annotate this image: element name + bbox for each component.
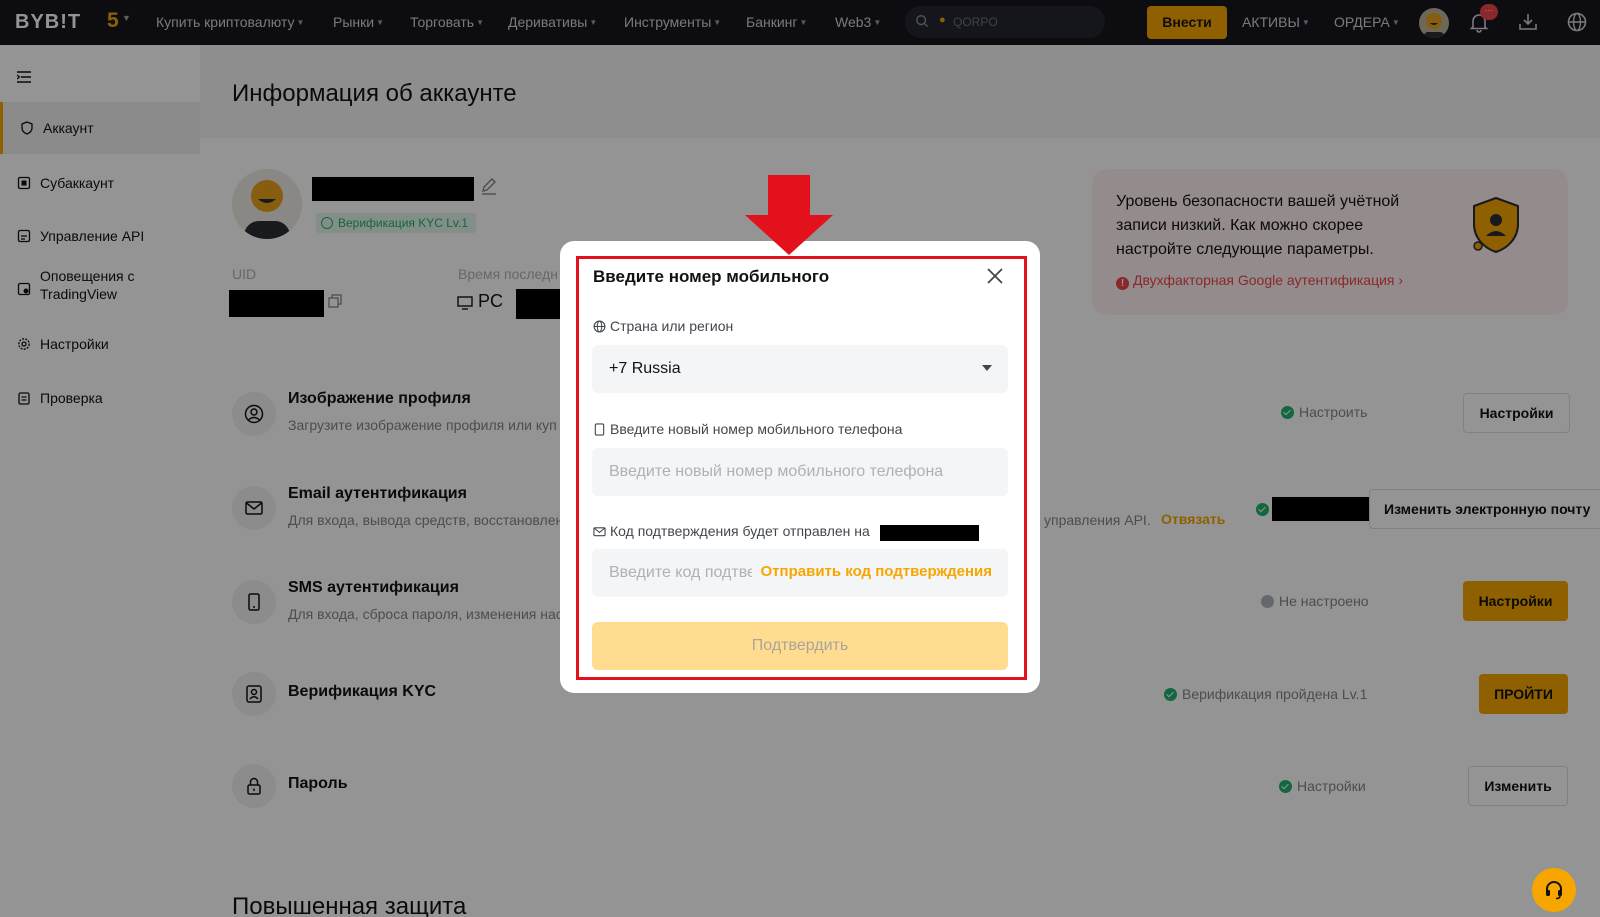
- support-chat-button[interactable]: [1532, 868, 1576, 912]
- annotation-highlight-frame: [576, 256, 1027, 680]
- headset-icon: [1546, 881, 1562, 900]
- annotation-arrow-down-icon: [745, 175, 833, 255]
